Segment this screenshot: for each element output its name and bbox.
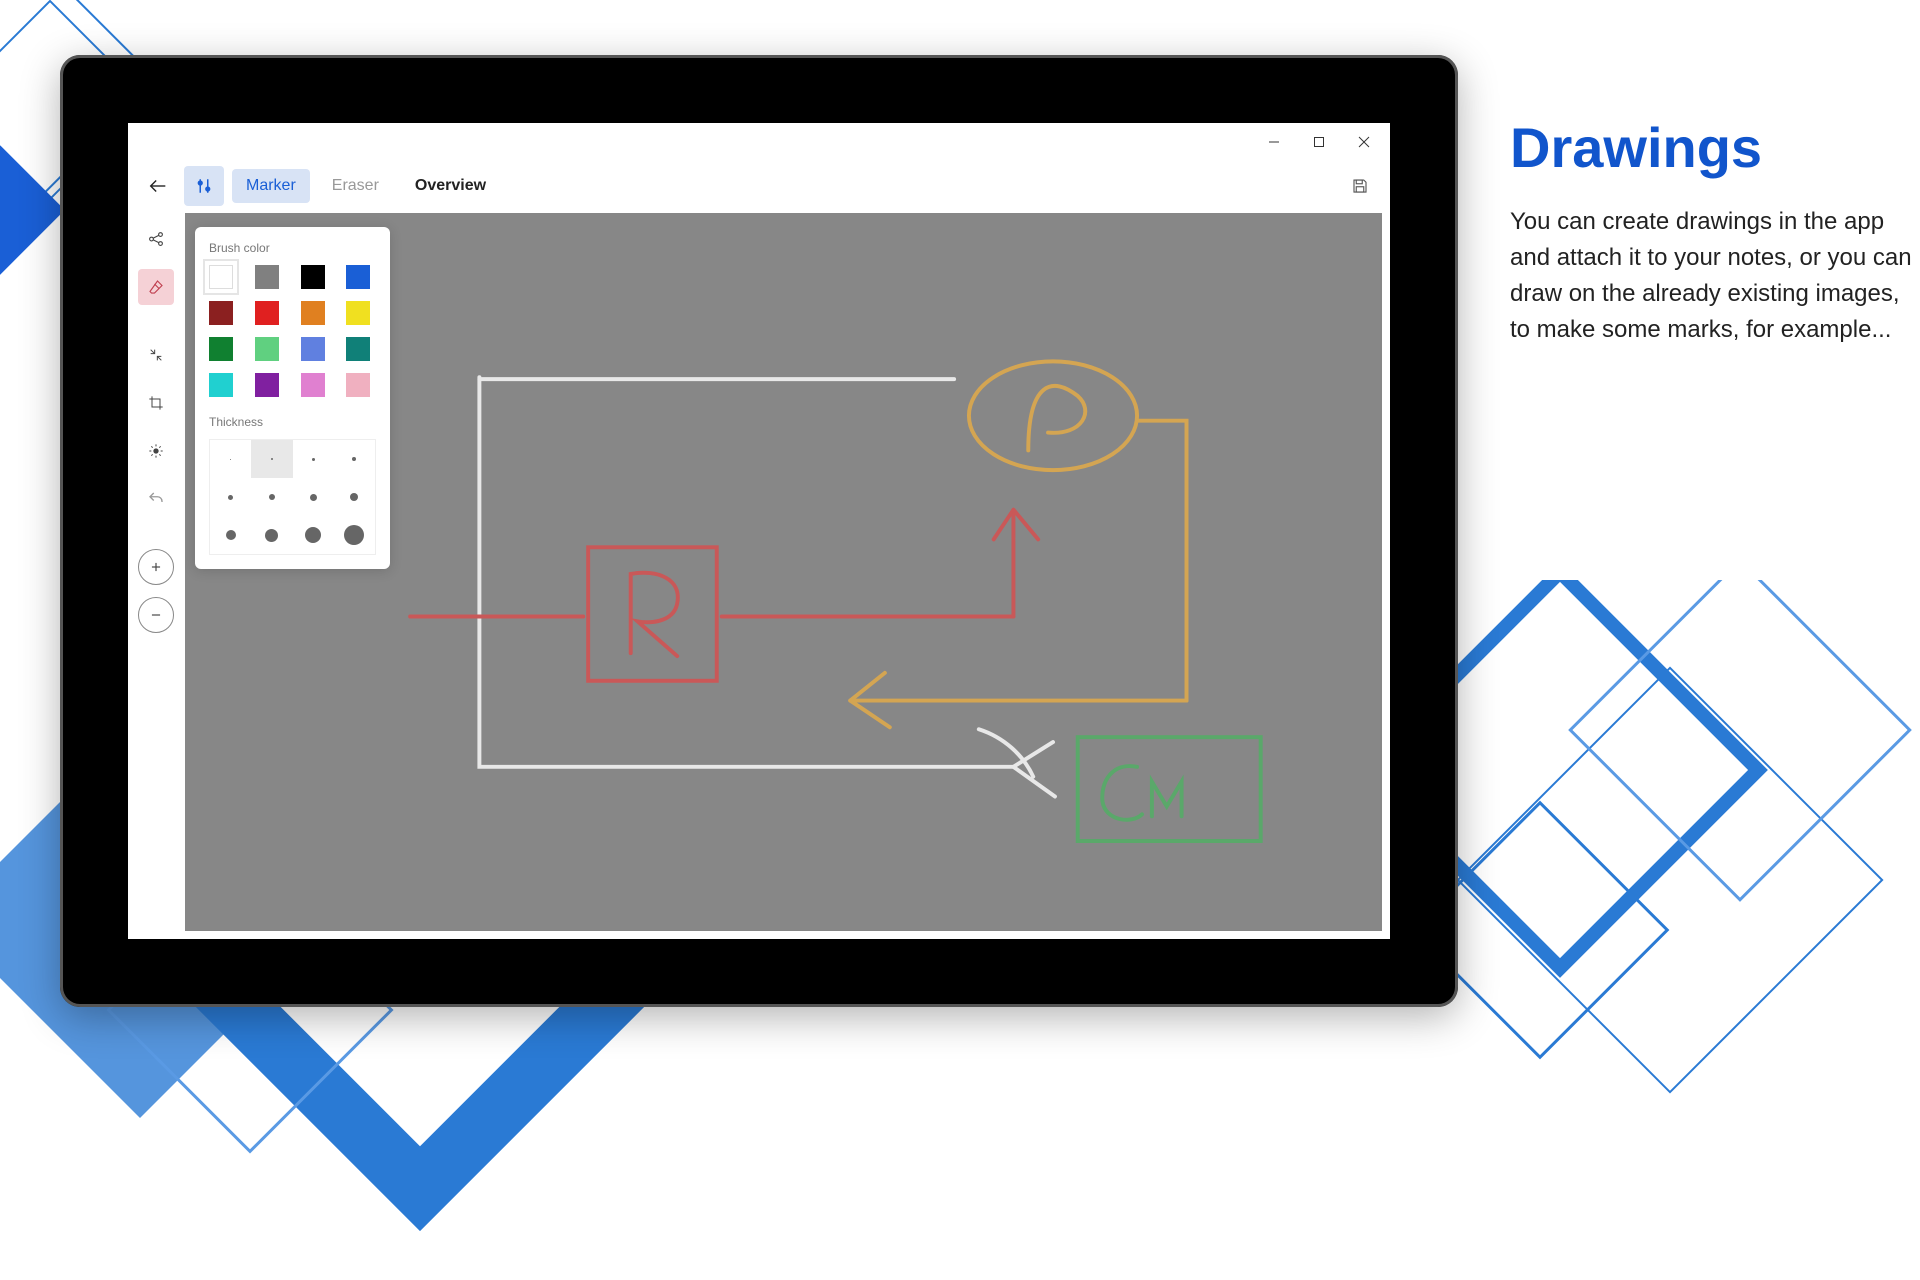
marketing-title: Drawings [1510, 115, 1920, 180]
thickness-option-5[interactable] [251, 478, 292, 516]
brightness-tool-button[interactable] [138, 433, 174, 469]
color-swatch-7[interactable] [346, 301, 370, 325]
app-toolbar: Marker Eraser Overview [128, 161, 1390, 211]
eraser-tool-button[interactable] [138, 269, 174, 305]
brush-settings-panel: Brush color Thickness [195, 227, 390, 569]
color-swatch-12[interactable] [209, 373, 233, 397]
shrink-tool-button[interactable] [138, 337, 174, 373]
close-button[interactable] [1341, 123, 1386, 161]
drawing-canvas[interactable]: Brush color Thickness [185, 213, 1382, 931]
thickness-option-6[interactable] [293, 478, 334, 516]
marketing-body: You can create drawings in the app and a… [1510, 204, 1920, 348]
color-swatch-13[interactable] [255, 373, 279, 397]
thickness-option-8[interactable] [210, 516, 251, 554]
color-swatch-15[interactable] [346, 373, 370, 397]
color-swatch-14[interactable] [301, 373, 325, 397]
color-swatch-3[interactable] [346, 265, 370, 289]
back-button[interactable] [140, 168, 176, 204]
thickness-option-11[interactable] [334, 516, 375, 554]
color-swatch-0[interactable] [209, 265, 233, 289]
content-area: Brush color Thickness [128, 211, 1390, 939]
app-screen: Marker Eraser Overview [128, 123, 1390, 939]
color-swatch-6[interactable] [301, 301, 325, 325]
window-titlebar [128, 123, 1390, 161]
thickness-option-4[interactable] [210, 478, 251, 516]
color-swatch-4[interactable] [209, 301, 233, 325]
color-swatch-5[interactable] [255, 301, 279, 325]
color-swatch-2[interactable] [301, 265, 325, 289]
crop-tool-button[interactable] [138, 385, 174, 421]
thickness-option-7[interactable] [334, 478, 375, 516]
zoom-out-button[interactable] [138, 597, 174, 633]
thickness-option-1[interactable] [251, 440, 292, 478]
undo-button[interactable] [138, 481, 174, 517]
brush-color-label: Brush color [209, 241, 376, 255]
thickness-option-10[interactable] [293, 516, 334, 554]
brush-settings-button[interactable] [184, 166, 224, 206]
maximize-button[interactable] [1296, 123, 1341, 161]
tablet-frame: Marker Eraser Overview [60, 55, 1458, 1007]
eraser-tab[interactable]: Eraser [318, 169, 393, 203]
color-swatch-11[interactable] [346, 337, 370, 361]
save-button[interactable] [1342, 168, 1378, 204]
minimize-button[interactable] [1251, 123, 1296, 161]
thickness-grid [209, 439, 376, 555]
zoom-in-button[interactable] [138, 549, 174, 585]
thickness-label: Thickness [209, 415, 376, 429]
color-swatch-10[interactable] [301, 337, 325, 361]
thickness-option-0[interactable] [210, 440, 251, 478]
thickness-option-2[interactable] [293, 440, 334, 478]
thickness-option-3[interactable] [334, 440, 375, 478]
thickness-option-9[interactable] [251, 516, 292, 554]
marketing-panel: Drawings You can create drawings in the … [1510, 115, 1920, 348]
color-grid [209, 265, 376, 397]
marker-tab[interactable]: Marker [232, 169, 310, 203]
share-button[interactable] [138, 221, 174, 257]
left-toolbar [128, 211, 183, 939]
overview-tab[interactable]: Overview [401, 169, 500, 203]
color-swatch-8[interactable] [209, 337, 233, 361]
color-swatch-9[interactable] [255, 337, 279, 361]
color-swatch-1[interactable] [255, 265, 279, 289]
